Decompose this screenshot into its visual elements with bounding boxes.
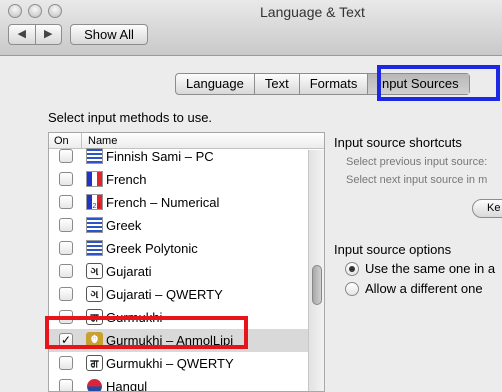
enable-checkbox[interactable] bbox=[59, 287, 73, 301]
close-window-button[interactable] bbox=[8, 4, 22, 18]
tab-formats[interactable]: Formats bbox=[300, 74, 369, 94]
next-source-label: Select next input source in m bbox=[346, 174, 488, 186]
greek-flag-icon bbox=[86, 217, 103, 233]
enable-checkbox[interactable] bbox=[59, 218, 73, 232]
tab-language[interactable]: Language bbox=[176, 74, 255, 94]
list-item[interactable]: French bbox=[49, 168, 308, 191]
list-scrollbar[interactable] bbox=[308, 150, 324, 391]
list-item[interactable]: ਗ Gurmukhi – QWERTY bbox=[49, 352, 308, 375]
input-source-name: Finnish Sami – PC bbox=[106, 149, 214, 164]
input-source-name: Gujarati – QWERTY bbox=[106, 287, 223, 302]
window-titlebar: Language & Text ◀ ▶ Show All bbox=[0, 0, 502, 56]
tab-text[interactable]: Text bbox=[255, 74, 300, 94]
back-forward-control: ◀ ▶ bbox=[8, 24, 62, 45]
input-source-name: French – Numerical bbox=[106, 195, 220, 210]
list-item[interactable]: 123 French – Numerical bbox=[49, 191, 308, 214]
list-item[interactable]: Greek Polytonic bbox=[49, 237, 308, 260]
list-item[interactable]: Hangul bbox=[49, 375, 308, 392]
row-highlight-box bbox=[45, 316, 248, 349]
enable-checkbox[interactable] bbox=[59, 264, 73, 278]
zoom-window-button[interactable] bbox=[48, 4, 62, 18]
options-heading: Input source options bbox=[334, 242, 452, 257]
enable-checkbox[interactable] bbox=[59, 149, 73, 163]
radio-same-source[interactable] bbox=[345, 262, 359, 276]
radio-different-source[interactable] bbox=[345, 282, 359, 296]
gujarati-script-icon: ગ bbox=[86, 263, 103, 279]
previous-source-label: Select previous input source: bbox=[346, 156, 488, 168]
enable-checkbox[interactable] bbox=[59, 379, 73, 391]
korean-hangul-icon bbox=[87, 379, 102, 391]
keyboard-shortcuts-button[interactable]: Ke bbox=[472, 199, 502, 218]
greek-polytonic-flag-icon bbox=[86, 240, 103, 256]
shortcuts-heading: Input source shortcuts bbox=[334, 135, 462, 150]
french-numerical-flag-icon: 123 bbox=[86, 194, 103, 210]
enable-checkbox[interactable] bbox=[59, 241, 73, 255]
enable-checkbox[interactable] bbox=[59, 195, 73, 209]
radio-same-source-label[interactable]: Use the same one in a bbox=[365, 261, 495, 276]
window-title: Language & Text bbox=[260, 4, 365, 20]
list-item[interactable]: ગ Gujarati – QWERTY bbox=[49, 283, 308, 306]
input-source-name: Gurmukhi – QWERTY bbox=[106, 356, 234, 371]
gujarati-script-icon: ગ bbox=[86, 286, 103, 302]
minimize-window-button[interactable] bbox=[28, 4, 42, 18]
enable-checkbox[interactable] bbox=[59, 356, 73, 370]
forward-icon[interactable]: ▶ bbox=[36, 25, 62, 44]
finnish-flag-icon bbox=[86, 148, 103, 164]
radio-different-source-label[interactable]: Allow a different one bbox=[365, 281, 483, 296]
show-all-button[interactable]: Show All bbox=[70, 24, 148, 45]
gurmukhi-script-icon: ਗ bbox=[86, 355, 103, 371]
input-methods-list: On Name Finnish Sami – PC French 123 French… bbox=[48, 132, 325, 392]
enable-checkbox[interactable] bbox=[59, 172, 73, 186]
input-source-name: Gujarati bbox=[106, 264, 152, 279]
input-source-name: Greek bbox=[106, 218, 142, 233]
input-methods-heading: Select input methods to use. bbox=[48, 110, 213, 125]
input-source-name: French bbox=[106, 172, 147, 187]
list-item[interactable]: Greek bbox=[49, 214, 308, 237]
scrollbar-thumb[interactable] bbox=[312, 265, 322, 305]
list-item[interactable]: Finnish Sami – PC bbox=[49, 145, 308, 168]
input-source-name: Hangul bbox=[106, 379, 148, 392]
french-flag-icon bbox=[86, 171, 103, 187]
list-item[interactable]: ગ Gujarati bbox=[49, 260, 308, 283]
back-icon[interactable]: ◀ bbox=[9, 25, 36, 44]
input-source-name: Greek Polytonic bbox=[106, 241, 198, 256]
tab-highlight-box bbox=[377, 65, 500, 101]
